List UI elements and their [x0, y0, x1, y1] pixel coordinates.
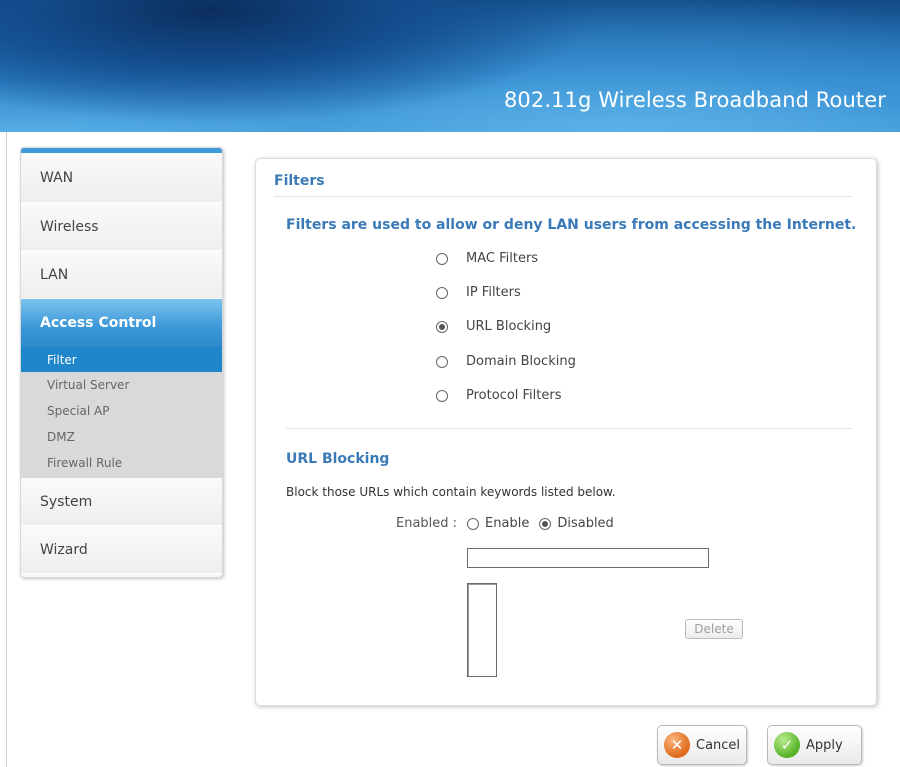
url-blocking-description: Block those URLs which contain keywords … [286, 485, 616, 499]
sidebar: WAN Wireless LAN Access Control Filter V… [20, 147, 223, 578]
radio-ip-filters[interactable] [436, 286, 448, 299]
subitem-firewall-rule[interactable]: Firewall Rule [21, 450, 222, 476]
option-label: MAC Filters [466, 251, 539, 266]
section-divider [286, 428, 852, 429]
sidebar-item-system[interactable]: System [21, 478, 222, 526]
option-domain-blocking[interactable]: Domain Blocking [436, 354, 576, 369]
option-label: URL Blocking [466, 319, 552, 334]
subitem-dmz[interactable]: DMZ [21, 424, 222, 450]
option-label: Protocol Filters [466, 388, 562, 403]
subitem-virtual-server[interactable]: Virtual Server [21, 372, 222, 398]
radio-domain-blocking[interactable] [436, 355, 448, 368]
sidebar-item-wireless[interactable]: Wireless [21, 203, 222, 251]
cancel-button[interactable]: ✕ Cancel [657, 725, 747, 765]
option-protocol-filters[interactable]: Protocol Filters [436, 388, 562, 403]
radio-protocol-filters[interactable] [436, 389, 448, 402]
cancel-label: Cancel [696, 737, 741, 753]
sidebar-item-lan[interactable]: LAN [21, 251, 222, 299]
delete-button[interactable]: Delete [685, 619, 743, 639]
radio-disabled[interactable] [539, 517, 552, 530]
enable-option-label: Enable [485, 516, 530, 531]
apply-check-icon: ✓ [774, 732, 800, 758]
cancel-x-icon: ✕ [664, 732, 690, 758]
option-label: Domain Blocking [466, 354, 576, 369]
option-ip-filters[interactable]: IP Filters [436, 285, 521, 300]
radio-url-blocking[interactable] [436, 320, 448, 333]
radio-enable[interactable] [467, 517, 480, 530]
filters-description: Filters are used to allow or deny LAN us… [286, 217, 857, 233]
sidebar-item-wan[interactable]: WAN [21, 153, 222, 203]
option-url-blocking[interactable]: URL Blocking [436, 319, 551, 334]
page-title: Filters [274, 173, 325, 189]
title-divider [274, 196, 852, 197]
option-label: IP Filters [466, 285, 521, 300]
sidebar-item-wizard[interactable]: Wizard [21, 526, 222, 574]
apply-button[interactable]: ✓ Apply [767, 725, 862, 765]
product-title: 802.11g Wireless Broadband Router [503, 88, 886, 112]
subitem-special-ap[interactable]: Special AP [21, 398, 222, 424]
option-mac-filters[interactable]: MAC Filters [436, 251, 538, 266]
disabled-option-label: Disabled [557, 516, 614, 531]
filters-panel: Filters Filters are used to allow or den… [255, 158, 877, 706]
enabled-row: Enabled : Enable Disabled [396, 516, 624, 531]
apply-label: Apply [806, 737, 843, 753]
sidebar-item-access-control[interactable]: Access Control [21, 299, 222, 347]
subitem-filter[interactable]: Filter [21, 347, 222, 372]
url-blocking-title: URL Blocking [286, 451, 390, 467]
url-keyword-input[interactable] [467, 548, 709, 568]
page-left-border [6, 132, 7, 767]
url-keyword-list[interactable] [467, 583, 497, 677]
header-banner: 802.11g Wireless Broadband Router [0, 0, 900, 132]
enabled-label: Enabled : [396, 516, 458, 531]
access-control-submenu: Filter Virtual Server Special AP DMZ Fir… [21, 347, 222, 478]
radio-mac-filters[interactable] [436, 252, 448, 265]
